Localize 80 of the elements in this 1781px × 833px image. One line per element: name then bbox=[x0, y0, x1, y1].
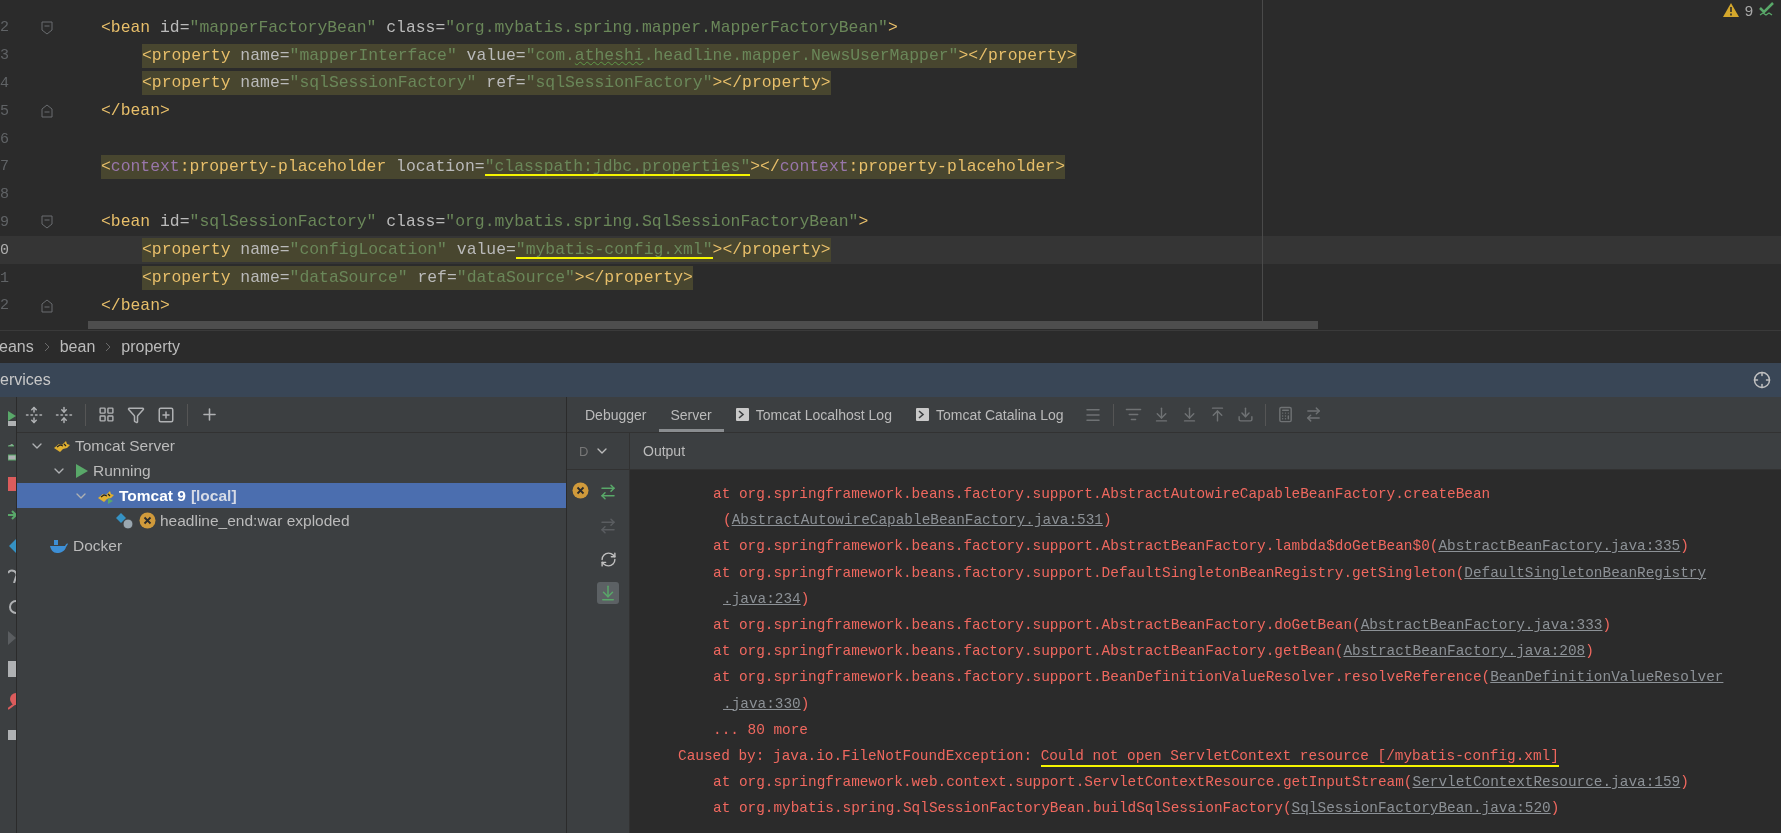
collapse-all-icon[interactable] bbox=[55, 405, 73, 424]
output-title: Output bbox=[643, 443, 686, 459]
separator-icon bbox=[105, 341, 112, 352]
compare-icon[interactable] bbox=[1304, 406, 1322, 423]
breadcrumb-item[interactable]: eans bbox=[0, 337, 34, 356]
log-line: at org.springframework.beans.factory.support.AbstractBeanFactory.lambda$doGetBean$0(AbstractBeanFactory.java:335) bbox=[713, 538, 1689, 555]
filter-icon[interactable] bbox=[127, 405, 145, 424]
play-icon bbox=[75, 462, 89, 479]
console-icon bbox=[915, 408, 929, 421]
source-link[interactable]: AbstractBeanFactory.java:333 bbox=[1360, 617, 1603, 634]
log-line: at org.mybatis.spring.SqlSessionFactoryBean.buildSqlSessionFactory(SqlSessionFactoryBean.java:520) bbox=[713, 800, 1560, 817]
scrollbar-thumb[interactable] bbox=[88, 321, 1318, 329]
fold-marker-icon[interactable] bbox=[41, 298, 53, 313]
warning-icon[interactable] bbox=[1722, 3, 1739, 17]
fold-marker-icon[interactable] bbox=[41, 215, 53, 230]
console-icon bbox=[735, 408, 749, 421]
log-line: .java:330) bbox=[723, 695, 810, 712]
tab[interactable]: Tomcat Catalina Log bbox=[903, 397, 1076, 432]
line-number: 2 bbox=[0, 297, 9, 315]
log-line: at org.springframework.beans.factory.support.AbstractBeanFactory.getBean(AbstractBeanFactory.java:208) bbox=[713, 643, 1594, 660]
separator-icon bbox=[43, 341, 50, 352]
source-link[interactable]: ServletContextResource.java:159 bbox=[1412, 774, 1681, 791]
tab[interactable]: Tomcat Localhost Log bbox=[723, 397, 904, 432]
table-icon[interactable] bbox=[1276, 406, 1294, 423]
line-number: 6 bbox=[0, 130, 9, 148]
source-link[interactable]: AbstractAutowireCapableBeanFactory.java:531 bbox=[731, 512, 1103, 529]
error-icon bbox=[571, 482, 589, 499]
source-link[interactable]: DefaultSingletonBeanRegistry bbox=[1464, 564, 1707, 581]
log-line: at org.springframework.beans.factory.support.AbstractBeanFactory.doGetBean(AbstractBeanFactory.java:333) bbox=[713, 617, 1612, 634]
expand-all-icon[interactable] bbox=[25, 405, 43, 424]
clear-icon[interactable] bbox=[1236, 406, 1254, 423]
new-tab-icon[interactable] bbox=[157, 405, 175, 424]
code-line: <bean id="sqlSessionFactory" class="org.mybatis.spring.SqlSessionFactoryBean"> bbox=[101, 211, 869, 234]
rerun-icon[interactable] bbox=[8, 409, 16, 427]
source-link[interactable]: .java:234 bbox=[723, 590, 801, 607]
download-icon[interactable] bbox=[597, 582, 619, 604]
log-line: ... 80 more bbox=[713, 721, 808, 738]
artifact-icon bbox=[115, 511, 135, 530]
log-line: at org.springframework.beans.factory.support.AbstractAutowireCapableBeanFactory.createBean bbox=[713, 486, 1491, 503]
fold-marker-icon[interactable] bbox=[41, 104, 53, 119]
code-line: <bean id="mapperFactoryBean" class="org.mybatis.spring.mapper.MapperFactoryBean"> bbox=[101, 16, 898, 39]
code-line: </bean> bbox=[101, 294, 170, 317]
tree-item[interactable]: Tomcat 9 [local] bbox=[17, 483, 566, 508]
line-number: 5 bbox=[0, 102, 9, 120]
breadcrumb-item[interactable]: bean bbox=[59, 337, 96, 356]
log-line: .java:234) bbox=[723, 590, 810, 607]
source-link[interactable]: AbstractBeanFactory.java:208 bbox=[1343, 643, 1586, 660]
whale-icon bbox=[49, 537, 69, 554]
line-number: 1 bbox=[0, 269, 9, 287]
tree-item[interactable]: headline_end:war exploded bbox=[17, 508, 566, 533]
log-line: at org.springframework.beans.factory.support.BeanDefinitionValueResolver.resolveReference(BeanDefinitionValueResolver bbox=[713, 669, 1724, 686]
source-link[interactable]: .java:330 bbox=[723, 695, 801, 712]
breadcrumb-item[interactable]: property bbox=[121, 337, 180, 356]
line-number: 2 bbox=[0, 19, 9, 37]
panel-title: ervices bbox=[0, 371, 51, 389]
target-icon[interactable] bbox=[1753, 371, 1771, 389]
log-line: Caused by: java.io.FileNotFoundException: Could not open ServletContext resource [/mybatis-config.xml] bbox=[678, 747, 1559, 764]
line-number: 4 bbox=[0, 75, 9, 92]
line-number: 7 bbox=[0, 158, 9, 176]
line-number: 8 bbox=[0, 186, 9, 204]
wrap-icon[interactable] bbox=[1124, 406, 1142, 423]
group-icon[interactable] bbox=[98, 406, 115, 423]
add-icon[interactable] bbox=[200, 405, 219, 424]
source-link[interactable]: BeanDefinitionValueResolver bbox=[1490, 669, 1724, 686]
source-link[interactable]: SqlSessionFactoryBean.java:520 bbox=[1291, 800, 1551, 817]
tab[interactable]: Debugger bbox=[573, 397, 659, 432]
code-line: </bean> bbox=[101, 100, 170, 123]
tree-item[interactable]: Running bbox=[17, 458, 566, 483]
log-line: at org.springframework.beans.factory.support.DefaultSingletonBeanRegistry.getSingleton(DefaultSingletonBeanRegistry bbox=[713, 564, 1707, 581]
line-number: 3 bbox=[0, 47, 9, 65]
log-line: (AbstractAutowireCapableBeanFactory.java:531) bbox=[723, 512, 1112, 529]
check-icon[interactable] bbox=[1759, 2, 1775, 18]
tree-item[interactable]: Docker bbox=[17, 533, 566, 558]
fold-marker-icon[interactable] bbox=[41, 20, 53, 35]
tree-item[interactable]: Tomcat Server bbox=[17, 433, 566, 458]
log-line: at org.springframework.web.context.support.ServletContextResource.getInputStream(ServletContextResource.java:159) bbox=[713, 774, 1689, 791]
source-link[interactable]: AbstractBeanFactory.java:335 bbox=[1438, 538, 1681, 555]
warning-count: 9 bbox=[1744, 1, 1753, 19]
line-number: 0 bbox=[0, 241, 9, 259]
line-number: 9 bbox=[0, 213, 9, 231]
